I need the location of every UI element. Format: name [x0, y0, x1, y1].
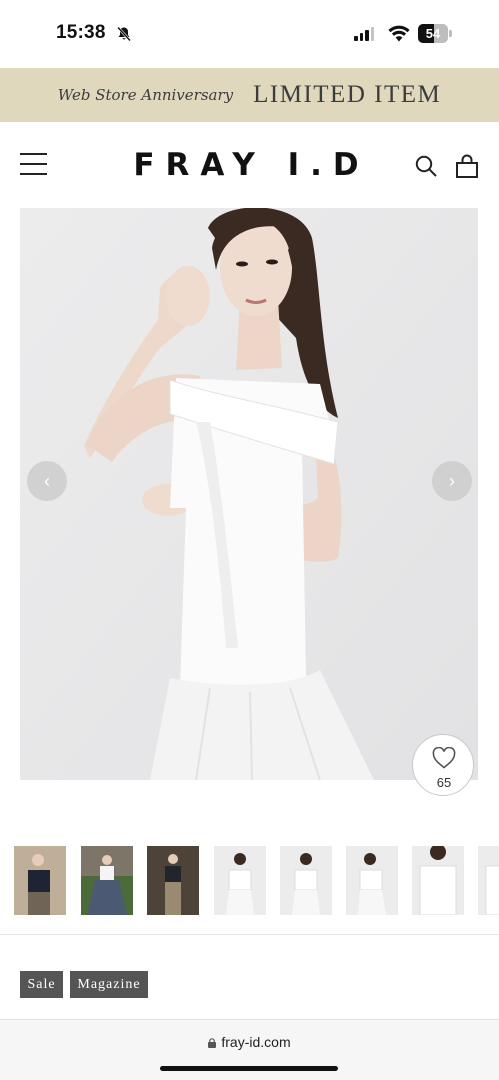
- section-divider: [0, 934, 499, 935]
- battery-level: 54: [425, 26, 441, 41]
- favorite-button[interactable]: 65: [412, 734, 474, 796]
- thumbnail-7[interactable]: [412, 846, 464, 915]
- status-bar: 15:38 54: [0, 0, 499, 68]
- chevron-right-icon[interactable]: ›: [432, 461, 472, 501]
- lock-icon: [208, 1038, 217, 1048]
- wifi-icon: [388, 25, 410, 42]
- thumbnail-4[interactable]: [214, 846, 266, 915]
- model-illustration: [20, 208, 478, 780]
- thumbnail-strip: [0, 846, 499, 916]
- url-display[interactable]: fray-id.com: [0, 1034, 499, 1050]
- thumbnail-2[interactable]: [81, 846, 133, 915]
- promo-subtitle: Web Store Anniversary: [57, 86, 234, 104]
- home-indicator[interactable]: [160, 1066, 338, 1071]
- sale-tag[interactable]: Sale: [20, 971, 63, 998]
- url-text: fray-id.com: [221, 1034, 291, 1050]
- heart-icon: [432, 747, 456, 769]
- favorite-count: 65: [436, 775, 452, 790]
- site-header: FRAY I.D: [0, 122, 499, 208]
- status-time: 15:38: [56, 22, 106, 43]
- thumbnail-3[interactable]: [147, 846, 199, 915]
- product-main-image[interactable]: [20, 208, 478, 780]
- thumbnail-8[interactable]: [478, 846, 499, 915]
- thumbnail-6[interactable]: [346, 846, 398, 915]
- bell-slash-icon: [117, 26, 131, 42]
- shopping-bag-icon[interactable]: [454, 153, 480, 179]
- promo-banner[interactable]: Web Store Anniversary LIMITED ITEM: [0, 68, 499, 122]
- thumbnail-1[interactable]: [14, 846, 66, 915]
- chevron-left-icon[interactable]: ‹: [27, 461, 67, 501]
- signal-icon: [354, 27, 374, 41]
- magazine-tag[interactable]: Magazine: [70, 971, 148, 998]
- battery-icon: 54: [418, 24, 452, 43]
- search-icon[interactable]: [414, 154, 438, 178]
- browser-address-bar[interactable]: fray-id.com: [0, 1019, 499, 1080]
- thumbnail-5[interactable]: [280, 846, 332, 915]
- promo-title: LIMITED ITEM: [253, 81, 442, 108]
